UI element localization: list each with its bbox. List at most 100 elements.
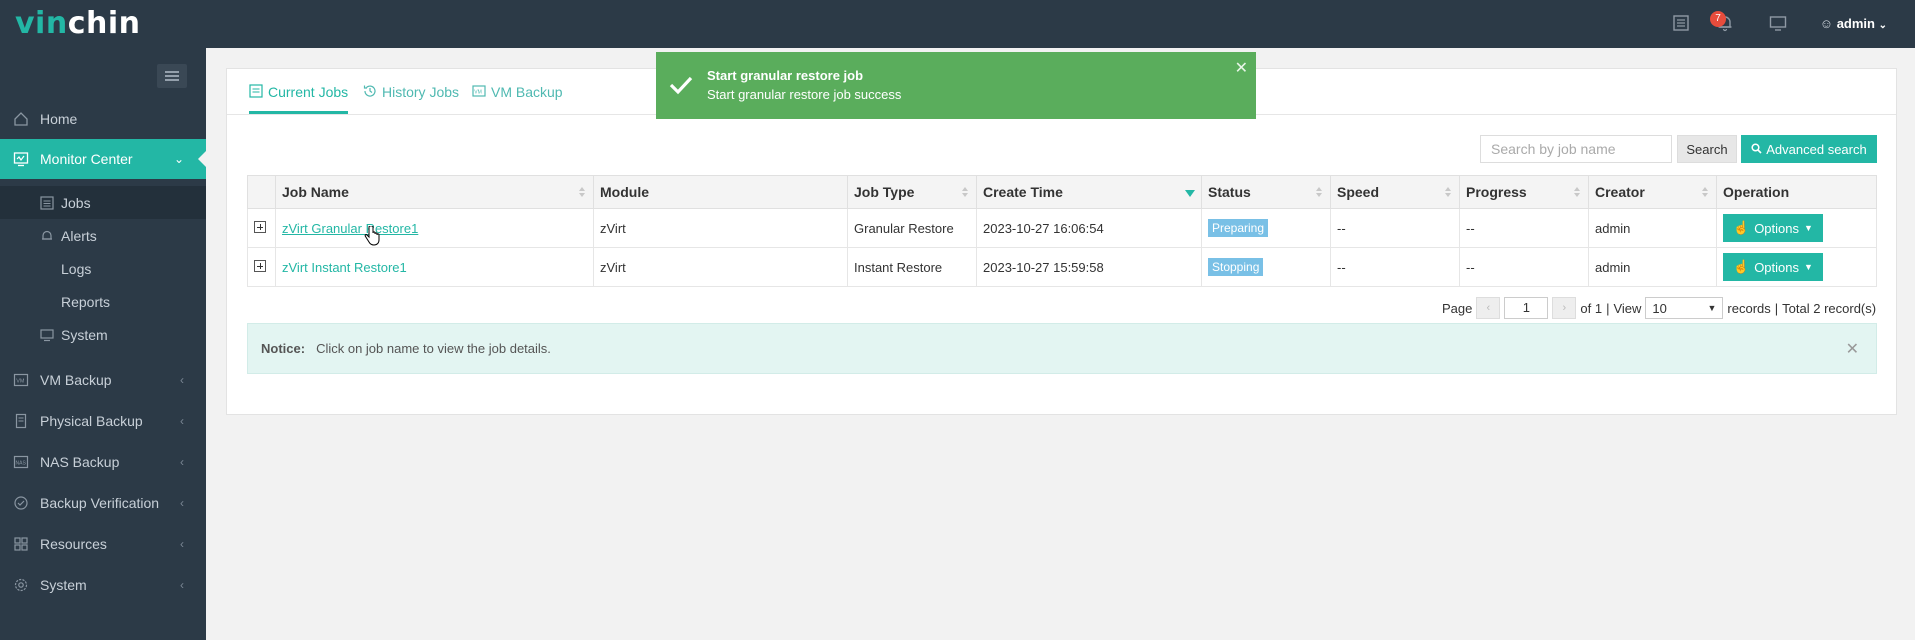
sidebar-subitem-label: Alerts bbox=[61, 227, 97, 244]
pager-divider: | bbox=[1774, 300, 1779, 316]
column-header-module[interactable]: Module bbox=[593, 175, 848, 209]
advanced-search-button[interactable]: Advanced search bbox=[1741, 135, 1877, 163]
sort-icon bbox=[1445, 187, 1451, 197]
pagination: Page ‹ 1 › of 1 | View 10 ▼ records | To… bbox=[1442, 295, 1876, 321]
sidebar-subitem-system[interactable]: System bbox=[0, 318, 206, 351]
column-header-operation: Operation bbox=[1716, 175, 1877, 209]
svg-text:NAS: NAS bbox=[16, 461, 27, 467]
column-header-progress[interactable]: Progress bbox=[1459, 175, 1589, 209]
progress-cell: -- bbox=[1459, 247, 1589, 287]
options-button[interactable]: ☝ Options ▼ bbox=[1723, 253, 1823, 281]
job-name-link[interactable]: zVirt Instant Restore1 bbox=[282, 260, 407, 275]
hand-cursor-icon bbox=[364, 225, 380, 249]
screen-icon[interactable] bbox=[1769, 14, 1789, 34]
toast-message: Start granular restore job success bbox=[707, 87, 902, 102]
sidebar-item-vm-backup[interactable]: VM VM Backup ‹ bbox=[0, 360, 206, 400]
chevron-down-icon: ⌄ bbox=[1878, 20, 1887, 31]
column-header-create-time[interactable]: Create Time bbox=[976, 175, 1202, 209]
sort-icon bbox=[962, 187, 968, 197]
sidebar-item-physical-backup[interactable]: Physical Backup ‹ bbox=[0, 401, 206, 441]
status-cell: Stopping bbox=[1201, 247, 1331, 287]
tab-vm-backup[interactable]: VM VM Backup bbox=[472, 84, 563, 114]
next-page-button[interactable]: › bbox=[1552, 297, 1577, 319]
sidebar-item-label: Home bbox=[40, 111, 78, 127]
search-input[interactable] bbox=[1480, 135, 1672, 163]
pager-divider: | bbox=[1606, 300, 1610, 316]
notification-badge: 7 bbox=[1710, 11, 1726, 27]
notice-bar: Notice: Click on job name to view the jo… bbox=[247, 323, 1877, 374]
sidebar-item-backup-verification[interactable]: Backup Verification ‹ bbox=[0, 483, 206, 523]
hand-pointer-icon: ☝ bbox=[1733, 220, 1750, 235]
chevron-left-icon: ‹ bbox=[180, 414, 184, 428]
sidebar-item-home[interactable]: Home bbox=[0, 99, 206, 139]
tab-history-jobs[interactable]: History Jobs bbox=[363, 84, 459, 114]
vinchin-logo[interactable]: vinchin bbox=[15, 6, 140, 41]
chevron-down-icon: ▼ bbox=[1707, 303, 1717, 313]
expand-cell bbox=[247, 208, 276, 248]
sidebar-item-system[interactable]: System ‹ bbox=[0, 565, 206, 605]
column-header-status[interactable]: Status bbox=[1201, 175, 1331, 209]
toast-title: Start granular restore job bbox=[707, 68, 864, 83]
creator-cell: admin bbox=[1588, 208, 1717, 248]
svg-text:VM: VM bbox=[474, 90, 482, 96]
sort-icon bbox=[1574, 187, 1580, 197]
close-icon[interactable]: ✕ bbox=[1235, 58, 1248, 78]
notice-text: Click on job name to view the job detail… bbox=[316, 341, 551, 356]
sidebar-item-resources[interactable]: Resources ‹ bbox=[0, 524, 206, 564]
notification-bell-icon[interactable]: 7 bbox=[1710, 11, 1736, 34]
sort-desc-icon bbox=[1185, 190, 1195, 197]
expand-row-icon[interactable] bbox=[254, 220, 266, 233]
column-header-label: Create Time bbox=[983, 184, 1063, 200]
sidebar-toggle-button[interactable] bbox=[157, 64, 187, 88]
module-cell: zVirt bbox=[593, 247, 848, 287]
tab-label: History Jobs bbox=[382, 84, 460, 100]
tab-current-jobs[interactable]: Current Jobs bbox=[249, 84, 349, 114]
column-header-job-type[interactable]: Job Type bbox=[847, 175, 977, 209]
sidebar-item-label: VM Backup bbox=[40, 372, 112, 388]
options-label: Options bbox=[1754, 259, 1799, 275]
sidebar-subitem-jobs[interactable]: Jobs bbox=[0, 186, 206, 219]
prev-page-button[interactable]: ‹ bbox=[1476, 297, 1501, 319]
sidebar-item-nas-backup[interactable]: NAS NAS Backup ‹ bbox=[0, 442, 206, 482]
column-header-speed[interactable]: Speed bbox=[1330, 175, 1460, 209]
nas-icon: NAS bbox=[11, 454, 31, 470]
sidebar-subitem-reports[interactable]: Reports bbox=[0, 285, 206, 318]
job-name-cell: zVirt Granular Restore1 bbox=[275, 208, 594, 248]
chevron-down-icon: ⌄ bbox=[173, 152, 184, 166]
sidebar-subitem-logs[interactable]: Logs bbox=[0, 252, 206, 285]
sidebar-subitem-alerts[interactable]: Alerts bbox=[0, 219, 206, 252]
sidebar-item-monitor-center[interactable]: Monitor Center ⌄ bbox=[0, 139, 208, 179]
page-size-value: 10 bbox=[1652, 300, 1667, 316]
notice-label: Notice: bbox=[261, 341, 306, 356]
create-time-cell: 2023-10-27 16:06:54 bbox=[976, 208, 1202, 248]
task-list-icon[interactable] bbox=[1672, 14, 1692, 34]
page-number-input[interactable]: 1 bbox=[1504, 297, 1549, 319]
search-button[interactable]: Search bbox=[1677, 135, 1737, 163]
expand-row-icon[interactable] bbox=[254, 259, 266, 272]
tab-label: Current Jobs bbox=[268, 84, 349, 100]
page-size-select[interactable]: 10 ▼ bbox=[1645, 297, 1724, 319]
column-header-job-name[interactable]: Job Name bbox=[275, 175, 594, 209]
options-button[interactable]: ☝ Options ▼ bbox=[1723, 214, 1823, 242]
column-header-label: Module bbox=[600, 184, 649, 200]
hand-pointer-icon: ☝ bbox=[1733, 259, 1750, 274]
chevron-left-icon: ‹ bbox=[180, 496, 184, 510]
monitor-small-icon bbox=[39, 328, 55, 342]
records-label: records bbox=[1727, 300, 1771, 316]
progress-cell: -- bbox=[1459, 208, 1589, 248]
column-header-label: Job Type bbox=[854, 184, 915, 200]
column-header-label: Creator bbox=[1595, 184, 1645, 200]
svg-text:VM: VM bbox=[16, 379, 25, 385]
close-icon[interactable]: ✕ bbox=[1846, 339, 1859, 359]
status-badge: Preparing bbox=[1208, 219, 1269, 237]
sidebar-item-label: Monitor Center bbox=[40, 151, 133, 167]
jobs-table: Job Name Module Job Type Create Time Sta… bbox=[247, 175, 1877, 287]
sidebar-item-label: NAS Backup bbox=[40, 454, 120, 470]
sidebar-item-label: Backup Verification bbox=[40, 495, 160, 511]
job-name-link[interactable]: zVirt Granular Restore1 bbox=[282, 221, 418, 236]
sidebar-subitem-label: Logs bbox=[61, 260, 92, 277]
user-menu[interactable]: ☺ admin ⌄ bbox=[1820, 16, 1887, 31]
column-header-creator[interactable]: Creator bbox=[1588, 175, 1717, 209]
sidebar-item-label: Resources bbox=[40, 536, 107, 552]
column-header-label: Speed bbox=[1337, 184, 1380, 200]
